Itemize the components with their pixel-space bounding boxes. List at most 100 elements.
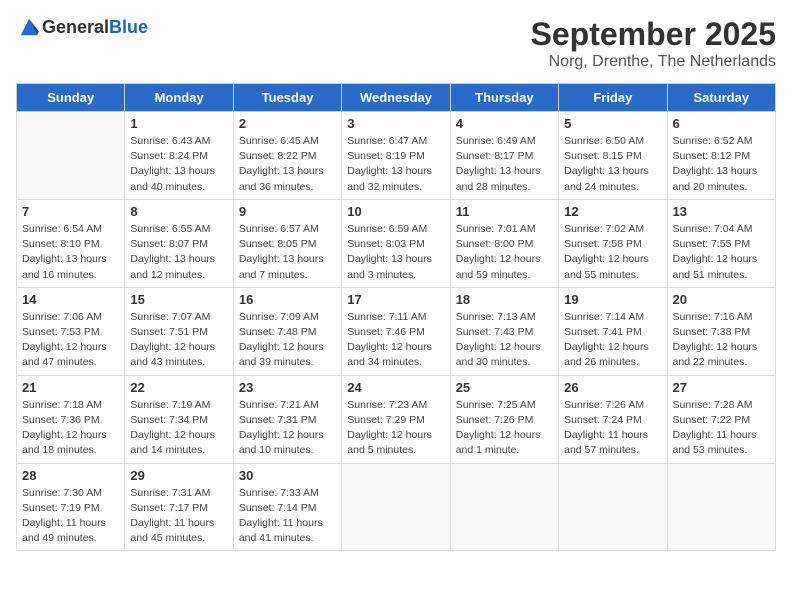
calendar-cell — [667, 463, 775, 551]
day-detail: Sunrise: 7:26 AM Sunset: 7:24 PM Dayligh… — [564, 398, 661, 459]
day-detail: Sunrise: 7:06 AM Sunset: 7:53 PM Dayligh… — [22, 310, 119, 371]
calendar-cell: 1 Sunrise: 6:43 AM Sunset: 8:24 PM Daylig… — [125, 112, 233, 200]
weekday-header: Friday — [559, 84, 667, 112]
day-detail: Sunrise: 7:30 AM Sunset: 7:19 PM Dayligh… — [22, 486, 119, 547]
calendar-cell: 20Sunrise: 7:16 AM Sunset: 7:38 PM Dayli… — [667, 287, 775, 375]
day-detail: Sunrise: 7:11 AM Sunset: 7:46 PM Dayligh… — [347, 310, 444, 371]
title-block: September 2025 Norg, Drenthe, The Nether… — [531, 16, 776, 71]
day-detail: Sunrise: 6:45 AM Sunset: 8:22 PM Dayligh… — [239, 134, 336, 195]
calendar-cell: 23 Sunrise: 7:21 AM Sunset: 7:31 PM Dayli… — [233, 375, 341, 463]
calendar-cell: 6Sunrise: 6:52 AM Sunset: 8:12 PM Daylig… — [667, 112, 775, 200]
day-detail: Sunrise: 7:16 AM Sunset: 7:38 PM Dayligh… — [673, 310, 770, 371]
day-detail: Sunrise: 6:43 AM Sunset: 8:24 PM Dayligh… — [130, 134, 227, 195]
day-number: 5 — [564, 116, 661, 131]
calendar-cell: 29 Sunrise: 7:31 AM Sunset: 7:17 PM Dayli… — [125, 463, 233, 551]
calendar-cell — [342, 463, 450, 551]
day-number: 15 — [130, 292, 227, 307]
day-detail: Sunrise: 7:07 AM Sunset: 7:51 PM Dayligh… — [130, 310, 227, 371]
calendar-week-row: 14 Sunrise: 7:06 AM Sunset: 7:53 PM Dayli… — [17, 287, 776, 375]
day-number: 12 — [564, 204, 661, 219]
calendar-cell: 18 Sunrise: 7:13 AM Sunset: 7:43 PM Dayli… — [450, 287, 558, 375]
month-title: September 2025 — [531, 16, 776, 53]
day-number: 21 — [22, 380, 119, 395]
day-detail: Sunrise: 7:02 AM Sunset: 7:58 PM Dayligh… — [564, 222, 661, 283]
calendar-cell: 5 Sunrise: 6:50 AM Sunset: 8:15 PM Daylig… — [559, 112, 667, 200]
day-number: 23 — [239, 380, 336, 395]
calendar-cell: 27 Sunrise: 7:28 AM Sunset: 7:22 PM Dayli… — [667, 375, 775, 463]
calendar-cell: 25 Sunrise: 7:25 AM Sunset: 7:26 PM Dayli… — [450, 375, 558, 463]
day-number: 28 — [22, 468, 119, 483]
calendar-cell: 12 Sunrise: 7:02 AM Sunset: 7:58 PM Dayli… — [559, 199, 667, 287]
calendar-cell: 11Sunrise: 7:01 AM Sunset: 8:00 PM Dayli… — [450, 199, 558, 287]
day-detail: Sunrise: 6:49 AM Sunset: 8:17 PM Dayligh… — [456, 134, 553, 195]
day-number: 1 — [130, 116, 227, 131]
day-number: 30 — [239, 468, 336, 483]
day-detail: Sunrise: 7:14 AM Sunset: 7:41 PM Dayligh… — [564, 310, 661, 371]
weekday-header: Thursday — [450, 84, 558, 112]
calendar-cell: 17 Sunrise: 7:11 AM Sunset: 7:46 PM Dayli… — [342, 287, 450, 375]
calendar-cell — [450, 463, 558, 551]
calendar-cell: 8 Sunrise: 6:55 AM Sunset: 8:07 PM Daylig… — [125, 199, 233, 287]
day-number: 18 — [456, 292, 553, 307]
weekday-header: Tuesday — [233, 84, 341, 112]
day-number: 13 — [673, 204, 770, 219]
day-detail: Sunrise: 7:23 AM Sunset: 7:29 PM Dayligh… — [347, 398, 444, 459]
day-detail: Sunrise: 7:31 AM Sunset: 7:17 PM Dayligh… — [130, 486, 227, 547]
day-detail: Sunrise: 7:21 AM Sunset: 7:31 PM Dayligh… — [239, 398, 336, 459]
day-number: 14 — [22, 292, 119, 307]
day-detail: Sunrise: 6:50 AM Sunset: 8:15 PM Dayligh… — [564, 134, 661, 195]
weekday-header: Wednesday — [342, 84, 450, 112]
day-number: 24 — [347, 380, 444, 395]
calendar-week-row: 28 Sunrise: 7:30 AM Sunset: 7:19 PM Dayli… — [17, 463, 776, 551]
calendar-cell: 3 Sunrise: 6:47 AM Sunset: 8:19 PM Daylig… — [342, 112, 450, 200]
day-number: 22 — [130, 380, 227, 395]
day-number: 6 — [673, 116, 770, 131]
calendar-cell: 28 Sunrise: 7:30 AM Sunset: 7:19 PM Dayli… — [17, 463, 125, 551]
day-number: 27 — [673, 380, 770, 395]
day-detail: Sunrise: 7:18 AM Sunset: 7:36 PM Dayligh… — [22, 398, 119, 459]
day-detail: Sunrise: 7:33 AM Sunset: 7:14 PM Dayligh… — [239, 486, 336, 547]
calendar-cell: 30 Sunrise: 7:33 AM Sunset: 7:14 PM Dayli… — [233, 463, 341, 551]
calendar-cell: 16 Sunrise: 7:09 AM Sunset: 7:48 PM Dayli… — [233, 287, 341, 375]
day-detail: Sunrise: 7:09 AM Sunset: 7:48 PM Dayligh… — [239, 310, 336, 371]
day-number: 4 — [456, 116, 553, 131]
page-header: GeneralBlue September 2025 Norg, Drenthe… — [16, 16, 776, 71]
day-detail: Sunrise: 6:57 AM Sunset: 8:05 PM Dayligh… — [239, 222, 336, 283]
calendar-week-row: 21 Sunrise: 7:18 AM Sunset: 7:36 PM Dayli… — [17, 375, 776, 463]
day-number: 8 — [130, 204, 227, 219]
day-number: 11 — [456, 204, 553, 219]
day-number: 10 — [347, 204, 444, 219]
calendar-table: SundayMondayTuesdayWednesdayThursdayFrid… — [16, 83, 776, 551]
day-number: 2 — [239, 116, 336, 131]
day-number: 29 — [130, 468, 227, 483]
logo-text-general: General — [42, 17, 109, 37]
calendar-week-row: 7Sunrise: 6:54 AM Sunset: 8:10 PM Daylig… — [17, 199, 776, 287]
day-detail: Sunrise: 7:28 AM Sunset: 7:22 PM Dayligh… — [673, 398, 770, 459]
calendar-cell: 7Sunrise: 6:54 AM Sunset: 8:10 PM Daylig… — [17, 199, 125, 287]
calendar-cell: 26Sunrise: 7:26 AM Sunset: 7:24 PM Dayli… — [559, 375, 667, 463]
day-detail: Sunrise: 6:47 AM Sunset: 8:19 PM Dayligh… — [347, 134, 444, 195]
day-detail: Sunrise: 7:13 AM Sunset: 7:43 PM Dayligh… — [456, 310, 553, 371]
calendar-cell: 13Sunrise: 7:04 AM Sunset: 7:55 PM Dayli… — [667, 199, 775, 287]
day-number: 3 — [347, 116, 444, 131]
day-number: 25 — [456, 380, 553, 395]
calendar-cell: 10 Sunrise: 6:59 AM Sunset: 8:03 PM Dayli… — [342, 199, 450, 287]
day-detail: Sunrise: 6:54 AM Sunset: 8:10 PM Dayligh… — [22, 222, 119, 283]
calendar-week-row: 1 Sunrise: 6:43 AM Sunset: 8:24 PM Daylig… — [17, 112, 776, 200]
calendar-cell: 14 Sunrise: 7:06 AM Sunset: 7:53 PM Dayli… — [17, 287, 125, 375]
logo-icon — [18, 16, 40, 38]
calendar-cell: 2 Sunrise: 6:45 AM Sunset: 8:22 PM Daylig… — [233, 112, 341, 200]
calendar-header-row: SundayMondayTuesdayWednesdayThursdayFrid… — [17, 84, 776, 112]
calendar-cell: 22Sunrise: 7:19 AM Sunset: 7:34 PM Dayli… — [125, 375, 233, 463]
calendar-cell: 19Sunrise: 7:14 AM Sunset: 7:41 PM Dayli… — [559, 287, 667, 375]
day-detail: Sunrise: 7:25 AM Sunset: 7:26 PM Dayligh… — [456, 398, 553, 459]
calendar-cell: 15 Sunrise: 7:07 AM Sunset: 7:51 PM Dayli… — [125, 287, 233, 375]
day-detail: Sunrise: 6:59 AM Sunset: 8:03 PM Dayligh… — [347, 222, 444, 283]
day-detail: Sunrise: 6:55 AM Sunset: 8:07 PM Dayligh… — [130, 222, 227, 283]
weekday-header: Saturday — [667, 84, 775, 112]
day-number: 17 — [347, 292, 444, 307]
day-number: 16 — [239, 292, 336, 307]
weekday-header: Sunday — [17, 84, 125, 112]
day-number: 9 — [239, 204, 336, 219]
logo-text-blue: Blue — [109, 17, 148, 37]
